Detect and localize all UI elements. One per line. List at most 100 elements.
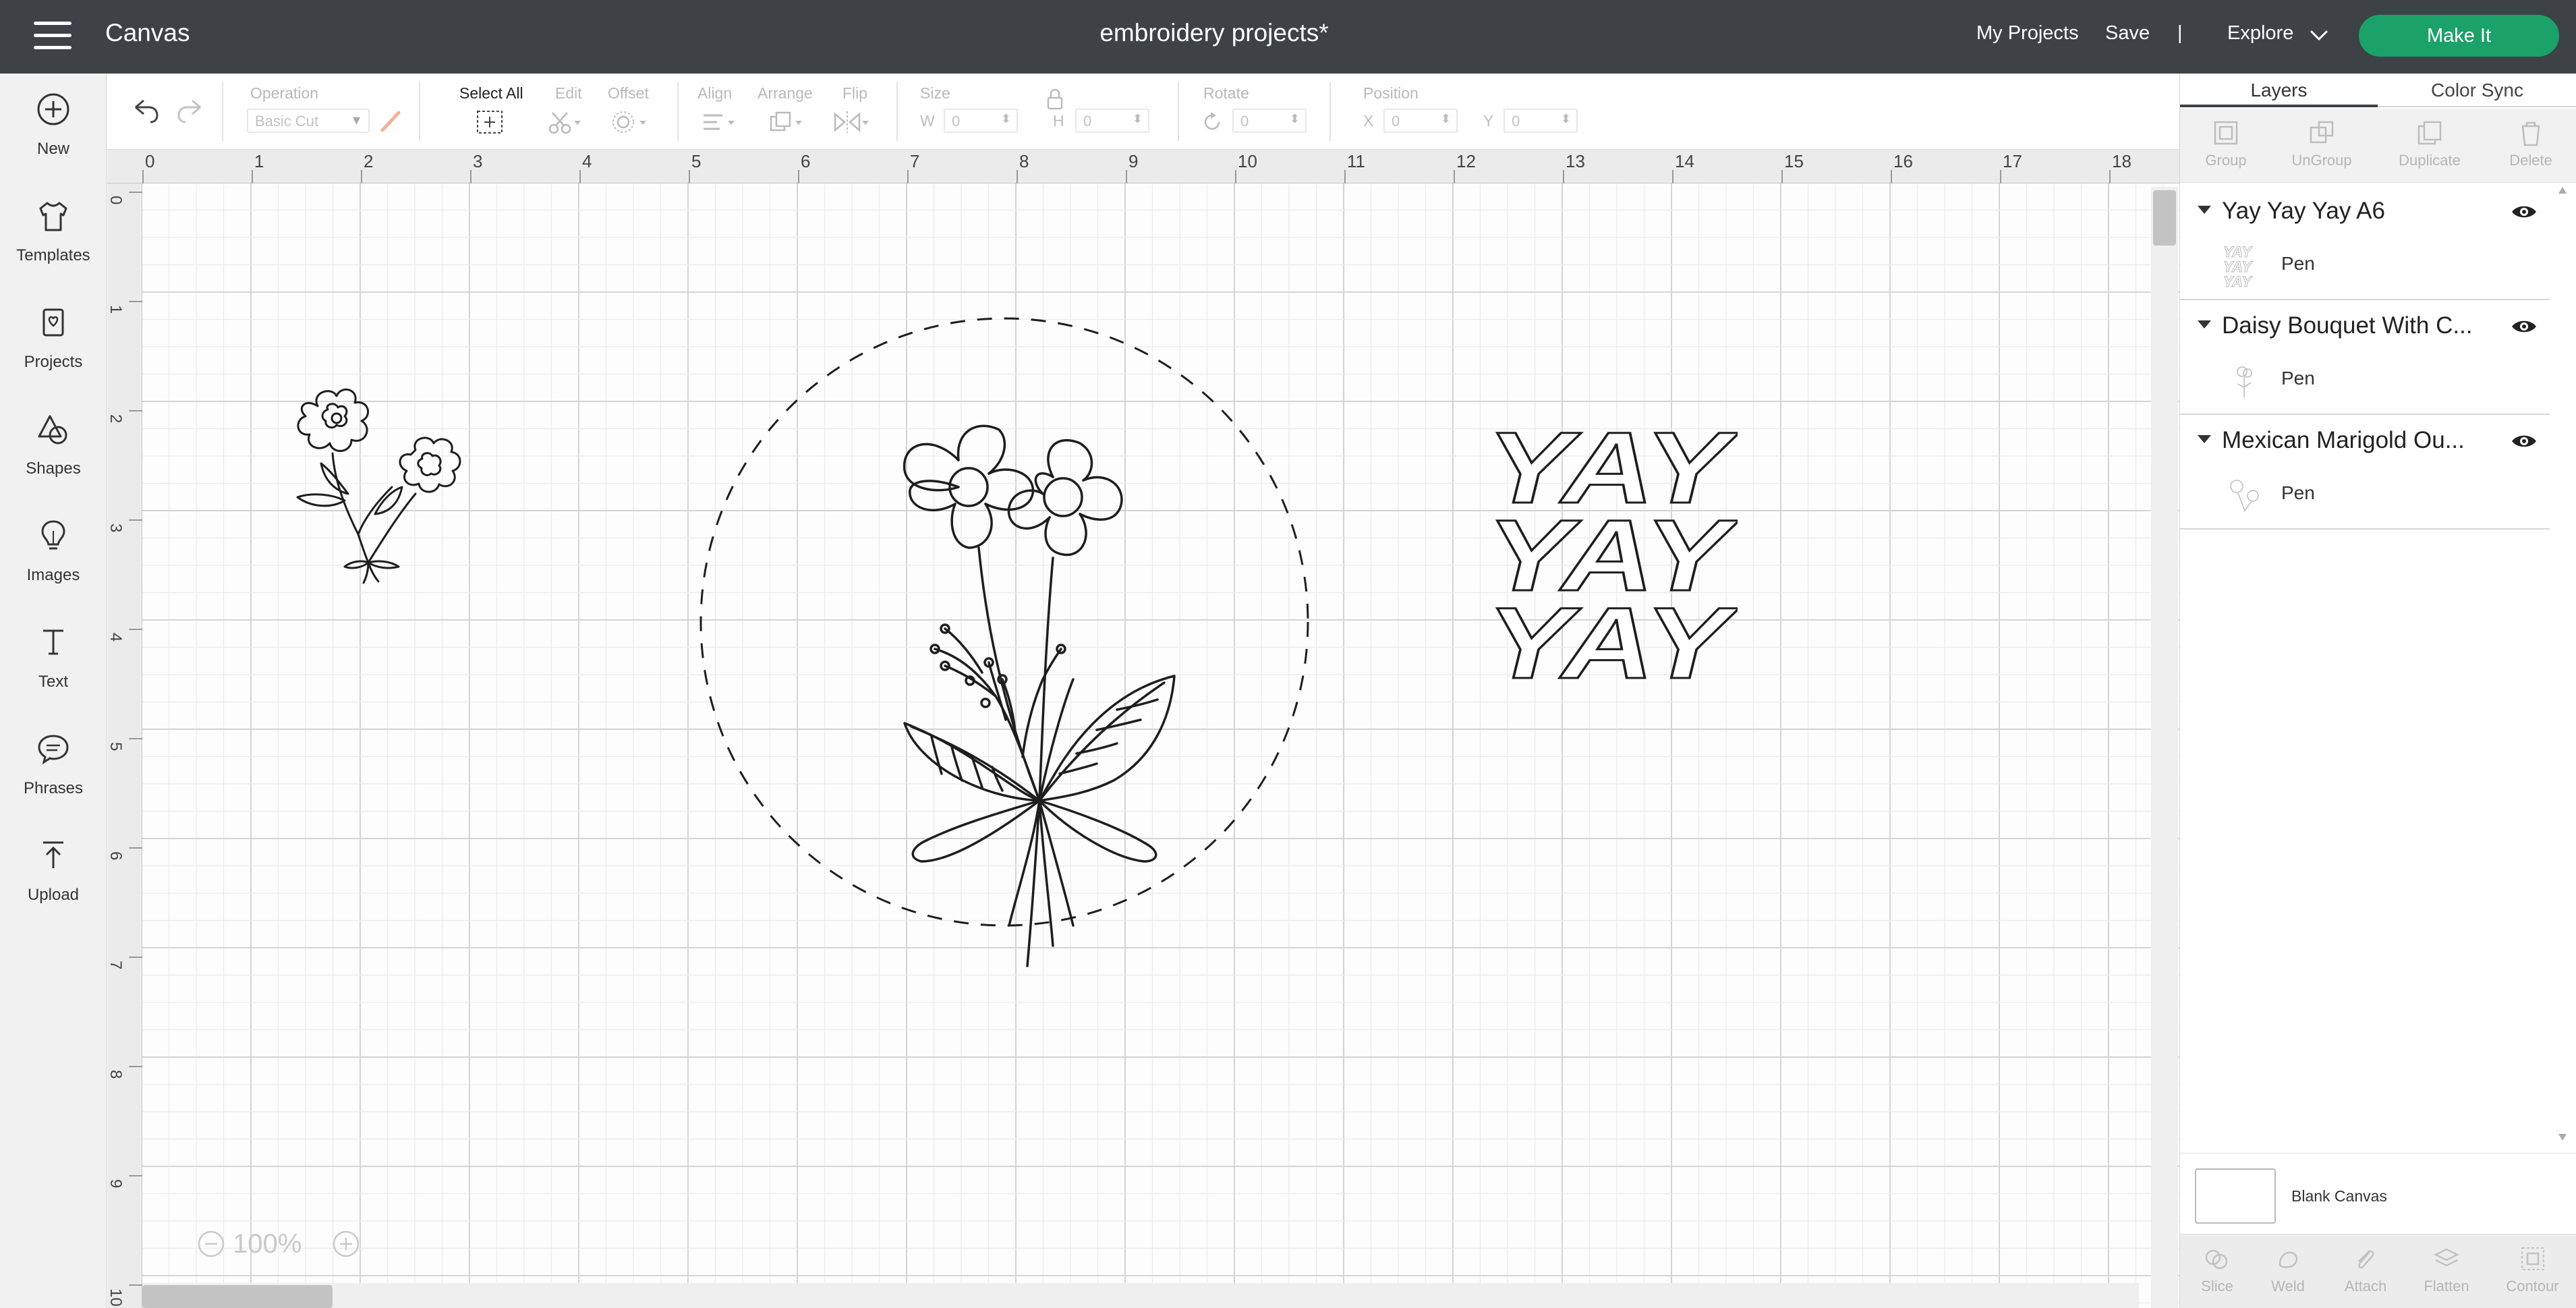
ruler-v-label: 1	[107, 305, 125, 314]
vertical-scroll-thumb[interactable]	[2153, 190, 2176, 246]
contour-label: Contour	[2506, 1278, 2559, 1295]
horizontal-scrollbar[interactable]	[142, 1283, 2139, 1308]
layer-type[interactable]: Pen	[2281, 482, 2315, 504]
collapse-caret-icon[interactable]	[2198, 435, 2211, 443]
layer-group[interactable]: Daisy Bouquet With C... Pen	[2180, 302, 2550, 415]
horizontal-scroll-thumb[interactable]	[142, 1285, 333, 1308]
ruler-h-tick	[1891, 170, 1892, 183]
zoom-out-icon[interactable]	[196, 1229, 226, 1259]
collapse-caret-icon[interactable]	[2198, 320, 2211, 329]
stepper-icon[interactable]: ⬍	[1290, 112, 1300, 126]
width-input[interactable]: 0 ⬍	[944, 109, 1018, 133]
yay-text-design[interactable]: YAY YAY YAY	[1481, 410, 1741, 701]
edit-toolbar: Operation Basic Cut ▾ Select All Edit Of…	[107, 74, 2179, 150]
contour-button[interactable]: Contour	[2494, 1241, 2571, 1306]
tab-color-sync[interactable]: Color Sync	[2378, 74, 2576, 107]
eye-icon[interactable]	[2511, 431, 2538, 451]
attach-label: Attach	[2344, 1278, 2387, 1295]
upload-icon	[43, 841, 63, 868]
layer-type[interactable]: Pen	[2281, 368, 2315, 389]
offset-icon[interactable]	[610, 109, 650, 136]
sidebar-item-upload[interactable]: Upload	[0, 820, 107, 914]
sidebar-item-text[interactable]: Text	[0, 606, 107, 701]
height-input[interactable]: 0 ⬍	[1075, 109, 1149, 133]
sidebar-item-shapes[interactable]: Shapes	[0, 393, 107, 488]
vertical-scrollbar[interactable]	[2151, 187, 2178, 1308]
select-all-label[interactable]: Select All	[459, 84, 523, 103]
explore-menu[interactable]: Explore	[2227, 22, 2293, 45]
eye-icon[interactable]	[2511, 202, 2538, 222]
undo-icon[interactable]	[127, 94, 161, 127]
sidebar-item-templates[interactable]: Templates	[0, 180, 107, 275]
project-title[interactable]: embroidery projects*	[951, 19, 1477, 47]
sidebar-item-phrases[interactable]: Phrases	[0, 713, 107, 807]
attach-button[interactable]: Attach	[2328, 1241, 2403, 1306]
canvas-grid[interactable]: YAY YAY YAY 100%	[142, 183, 2179, 1308]
collapse-caret-icon[interactable]	[2198, 206, 2211, 214]
layer-type[interactable]: Pen	[2281, 253, 2315, 275]
layer-group[interactable]: Yay Yay Yay A6 YAY YAY YAY Pen	[2180, 187, 2550, 300]
chevron-down-icon[interactable]	[2307, 24, 2331, 45]
pen-color-icon[interactable]	[377, 107, 404, 134]
eye-icon[interactable]	[2511, 316, 2538, 337]
arrange-icon[interactable]	[767, 109, 807, 136]
sidebar-item-label: Text	[38, 673, 68, 691]
stepper-icon[interactable]: ⬍	[1133, 112, 1143, 126]
layer-name[interactable]: Mexican Marigold Ou...	[2222, 427, 2492, 454]
zoom-control: 100%	[196, 1222, 399, 1266]
redo-icon[interactable]	[175, 94, 208, 127]
blank-canvas-swatch[interactable]	[2195, 1168, 2276, 1224]
my-projects-link[interactable]: My Projects	[1976, 22, 2078, 45]
weld-button[interactable]: Weld	[2254, 1241, 2322, 1306]
ruler-h-label: 17	[2003, 151, 2022, 171]
design-canvas[interactable]: 0 1 2 3 4 5 6 7 8 9 10 11 12 13 14 15 16 17 18 01234567891…	[107, 150, 2179, 1308]
align-label: Align	[697, 84, 733, 102]
ruler-h-tick	[1126, 170, 1127, 183]
layer-name[interactable]: Daisy Bouquet With C...	[2222, 312, 2492, 339]
align-icon[interactable]	[699, 109, 740, 136]
rotate-input[interactable]: 0 ⬍	[1232, 109, 1307, 133]
zoom-in-icon[interactable]	[331, 1229, 361, 1259]
blank-canvas-row[interactable]: Blank Canvas	[2180, 1153, 2576, 1241]
layers-scrollbar[interactable]	[2555, 181, 2570, 1146]
operation-select[interactable]: Basic Cut ▾	[247, 109, 370, 133]
flatten-button[interactable]: Flatten	[2409, 1241, 2484, 1306]
edit-scissors-icon[interactable]	[546, 109, 583, 136]
make-it-button[interactable]: Make It	[2359, 15, 2559, 57]
layer-group[interactable]: Mexican Marigold Ou... Pen	[2180, 416, 2550, 530]
y-label: Y	[1483, 112, 1494, 130]
ruler-h-label: 11	[1347, 151, 1365, 171]
tab-layers[interactable]: Layers	[2180, 74, 2378, 107]
stepper-icon[interactable]: ⬍	[1001, 112, 1011, 126]
sidebar-item-images[interactable]: Images	[0, 500, 107, 594]
bouquet-thumbnail	[2237, 366, 2252, 397]
ruler-v-tick	[129, 1066, 142, 1067]
ruler-h-tick	[1563, 170, 1564, 183]
ruler-v-tick	[129, 847, 142, 849]
save-link[interactable]: Save	[2105, 22, 2150, 45]
ruler-v-tick	[129, 192, 142, 193]
vertical-ruler: 0 1 2 3 4 5 6 7 8 9 10	[107, 183, 142, 1308]
sidebar-item-new[interactable]: New	[0, 74, 107, 168]
arrange-label: Arrange	[757, 84, 813, 102]
flip-icon[interactable]	[832, 109, 873, 136]
x-position-input[interactable]: 0 ⬍	[1383, 109, 1458, 133]
ungroup-button[interactable]: UnGroup	[2281, 115, 2362, 180]
slice-button[interactable]: Slice	[2187, 1241, 2248, 1306]
layer-name[interactable]: Yay Yay Yay A6	[2222, 198, 2492, 225]
daisy-bouquet-design[interactable]	[837, 413, 1255, 1006]
stepper-icon[interactable]: ⬍	[1441, 112, 1451, 126]
stepper-icon[interactable]: ⬍	[1561, 112, 1571, 126]
ungroup-label: UnGroup	[2291, 152, 2352, 169]
delete-button[interactable]: Delete	[2497, 115, 2565, 180]
hamburger-menu-icon[interactable]	[34, 22, 71, 50]
lock-icon[interactable]	[1045, 87, 1065, 111]
group-button[interactable]: Group	[2192, 115, 2260, 180]
y-position-input[interactable]: 0 ⬍	[1504, 109, 1578, 133]
duplicate-button[interactable]: Duplicate	[2386, 115, 2473, 180]
sidebar-item-projects[interactable]: Projects	[0, 287, 107, 381]
marigold-design[interactable]	[257, 379, 473, 588]
select-all-icon[interactable]	[475, 109, 505, 136]
left-sidebar: New Templates Projects Shapes Images Tex…	[0, 74, 107, 1308]
rotate-icon[interactable]	[1200, 110, 1224, 134]
